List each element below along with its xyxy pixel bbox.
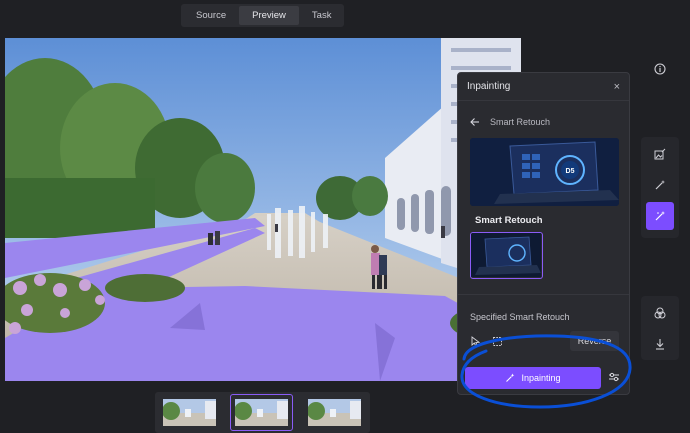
selection-tool-row: Reverse bbox=[470, 331, 619, 351]
back-row: Smart Retouch bbox=[470, 117, 550, 127]
tab-preview[interactable]: Preview bbox=[239, 6, 299, 25]
image-edit-icon bbox=[654, 148, 666, 160]
panel-title: Inpainting bbox=[467, 81, 511, 92]
panel-divider bbox=[458, 294, 629, 295]
color-circles-icon bbox=[654, 307, 666, 319]
view-tabs: Source Preview Task bbox=[181, 4, 344, 27]
magic-wand-icon bbox=[655, 180, 665, 190]
smart-retouch-preview-image: D5 bbox=[470, 138, 619, 206]
download-icon bbox=[656, 339, 664, 350]
inpainting-button[interactable]: Inpainting bbox=[465, 367, 601, 389]
back-arrow-icon[interactable] bbox=[470, 117, 480, 127]
close-button[interactable]: × bbox=[614, 81, 620, 93]
magic-wand-sparkle-icon bbox=[655, 211, 665, 221]
scene-render bbox=[5, 38, 521, 381]
sliders-icon[interactable] bbox=[608, 372, 620, 382]
thumbnail-image bbox=[163, 399, 216, 426]
tab-source[interactable]: Source bbox=[183, 6, 239, 25]
tab-task[interactable]: Task bbox=[299, 6, 345, 25]
preview-viewport[interactable] bbox=[5, 38, 521, 381]
smart-retouch-tool-button[interactable] bbox=[646, 202, 674, 230]
magic-wand-button[interactable] bbox=[646, 171, 674, 199]
panel-header: Inpainting × bbox=[458, 73, 629, 101]
info-button[interactable] bbox=[644, 53, 676, 85]
reverse-button[interactable]: Reverse bbox=[570, 331, 619, 351]
smart-retouch-option[interactable] bbox=[470, 232, 543, 279]
image-edit-button[interactable] bbox=[646, 140, 674, 168]
thumbnail-image bbox=[308, 399, 361, 426]
download-button[interactable] bbox=[646, 330, 674, 358]
color-adjust-button[interactable] bbox=[646, 299, 674, 327]
thumbnail-1[interactable] bbox=[159, 395, 220, 430]
magic-wand-icon bbox=[506, 373, 515, 382]
thumbnail-image bbox=[235, 399, 288, 426]
thumbnail-2[interactable] bbox=[230, 394, 293, 431]
laptop-thumbnail bbox=[471, 233, 541, 277]
marquee-select-icon[interactable] bbox=[492, 336, 503, 347]
hero-badge: D5 bbox=[566, 168, 575, 175]
thumbnail-strip bbox=[155, 392, 370, 433]
tool-group-output bbox=[641, 296, 679, 360]
inpainting-button-label: Inpainting bbox=[521, 373, 561, 383]
pointer-icon[interactable] bbox=[470, 335, 481, 347]
tool-group-edit bbox=[641, 137, 679, 238]
smart-retouch-title: Smart Retouch bbox=[475, 215, 543, 226]
specified-smart-retouch-label: Specified Smart Retouch bbox=[470, 312, 570, 322]
info-icon bbox=[654, 63, 666, 75]
breadcrumb-label: Smart Retouch bbox=[490, 117, 551, 127]
inpainting-panel: Inpainting × Smart Retouch D5 Smart Reto… bbox=[457, 72, 630, 395]
thumbnail-3[interactable] bbox=[304, 395, 365, 430]
laptop-illustration: D5 bbox=[470, 138, 619, 206]
